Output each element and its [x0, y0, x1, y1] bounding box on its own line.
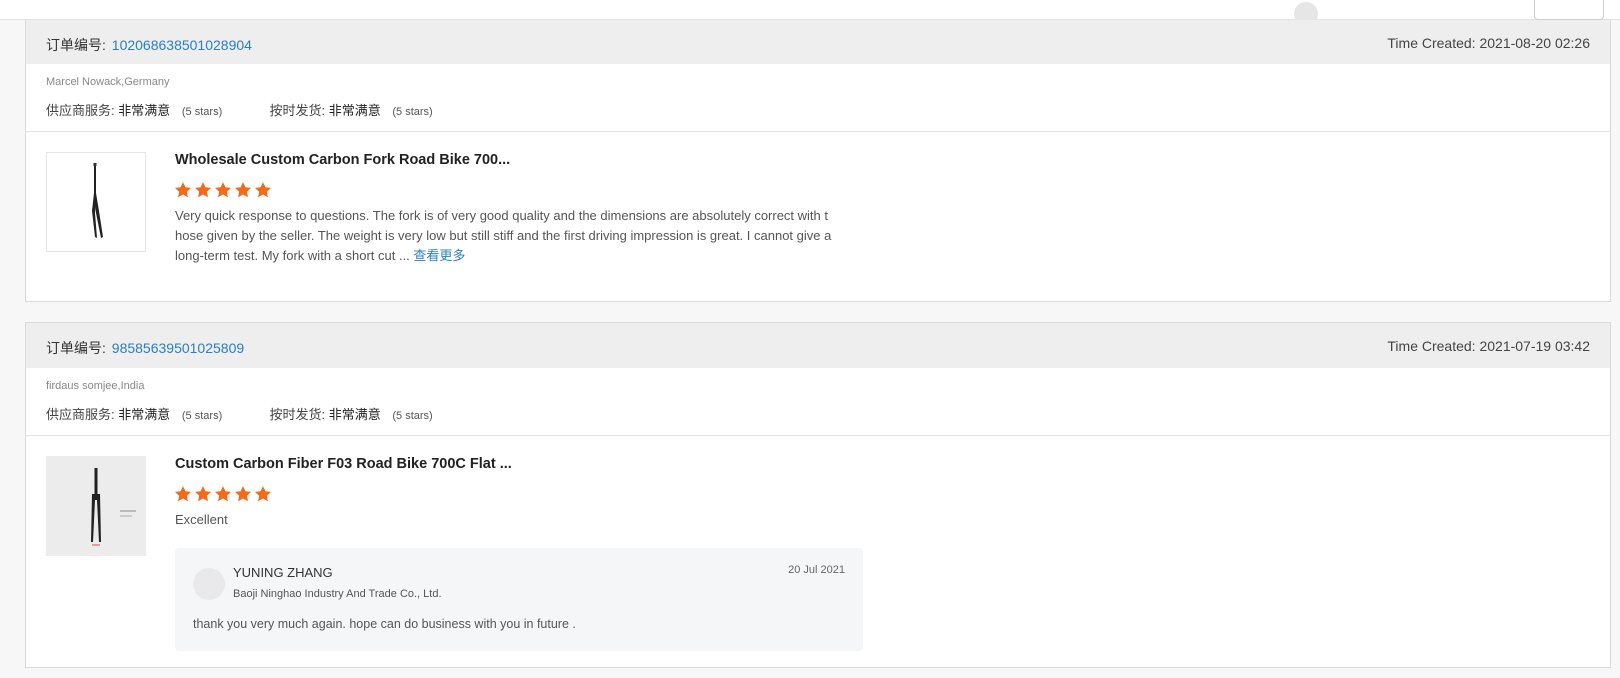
star-icon: [194, 486, 212, 502]
reply-date: 20 Jul 2021: [788, 564, 845, 576]
order-review-card: 订单编号: 98585639501025809 Time Created: 20…: [25, 322, 1611, 668]
star-icon: [234, 182, 252, 198]
order-header: 订单编号: 102068638501028904 Time Created: 2…: [26, 20, 1610, 64]
seller-ratings: 供应商服务: 非常满意 (5 stars) 按时发货: 非常满意 (5 star…: [46, 100, 433, 119]
star-icon: [174, 182, 192, 198]
on-time-stars: (5 stars): [392, 106, 433, 118]
order-review-card: 订单编号: 102068638501028904 Time Created: 2…: [25, 20, 1611, 302]
review-body: Very quick response to questions. The fo…: [175, 208, 832, 263]
supplier-service-value: 非常满意: [118, 103, 171, 118]
product-thumbnail[interactable]: [46, 456, 146, 556]
rating-stars: [174, 485, 272, 505]
order-number-label: 订单编号: 98585639501025809: [46, 338, 244, 358]
on-time-value: 非常满意: [328, 103, 381, 118]
star-icon: [174, 486, 192, 502]
bike-fork-image: [46, 456, 146, 556]
star-icon: [254, 486, 272, 502]
order-label-text: 订单编号:: [46, 37, 106, 53]
buyer-info: firdaus somjee,India 供应商服务: 非常满意 (5 star…: [26, 368, 1610, 436]
review-text: Excellent: [175, 510, 835, 530]
order-header: 订单编号: 98585639501025809 Time Created: 20…: [26, 323, 1610, 368]
supplier-service-label: 供应商服务:: [46, 407, 115, 422]
supplier-service-label: 供应商服务:: [46, 103, 115, 118]
review-body: Excellent: [175, 512, 228, 527]
star-icon: [214, 182, 232, 198]
buyer-info: Marcel Nowack,Germany 供应商服务: 非常满意 (5 sta…: [26, 64, 1610, 132]
order-number-link[interactable]: 98585639501025809: [112, 340, 244, 356]
on-time-label: 按时发货:: [269, 103, 326, 118]
on-time-label: 按时发货:: [269, 407, 326, 422]
reply-company: Baoji Ninghao Industry And Trade Co., Lt…: [233, 588, 442, 600]
star-icon: [254, 182, 272, 198]
bike-fork-image: [92, 163, 103, 238]
on-time-stars: (5 stars): [392, 410, 433, 422]
product-title-link[interactable]: Custom Carbon Fiber F03 Road Bike 700C F…: [175, 456, 512, 472]
view-more-link[interactable]: 查看更多: [413, 248, 465, 263]
supplier-service-stars: (5 stars): [181, 410, 223, 422]
rating-stars: [174, 181, 272, 201]
order-number-label: 订单编号: 102068638501028904: [46, 35, 252, 55]
review-text: Very quick response to questions. The fo…: [175, 206, 835, 266]
seller-ratings: 供应商服务: 非常满意 (5 stars) 按时发货: 非常满意 (5 star…: [46, 404, 433, 423]
seller-avatar: [193, 568, 225, 600]
on-time-value: 非常满意: [328, 407, 381, 422]
supplier-service-stars: (5 stars): [181, 106, 223, 118]
reply-author: YUNING ZHANG: [233, 565, 333, 580]
supplier-service-value: 非常满意: [118, 407, 171, 422]
product-title-link[interactable]: Wholesale Custom Carbon Fork Road Bike 7…: [175, 152, 510, 168]
buyer-name: Marcel Nowack,Germany: [46, 76, 170, 88]
time-created: Time Created: 2021-08-20 02:26: [1387, 35, 1590, 51]
star-icon: [234, 486, 252, 502]
top-right-button[interactable]: [1534, 0, 1604, 20]
order-label-text: 订单编号:: [46, 340, 106, 356]
star-icon: [214, 486, 232, 502]
buyer-name: firdaus somjee,India: [46, 380, 145, 392]
star-icon: [194, 182, 212, 198]
reply-text: thank you very much again. hope can do b…: [193, 617, 576, 631]
top-bar: [0, 0, 1620, 26]
order-number-link[interactable]: 102068638501028904: [112, 37, 252, 53]
time-created: Time Created: 2021-07-19 03:42: [1387, 338, 1590, 354]
seller-reply: YUNING ZHANG Baoji Ninghao Industry And …: [175, 548, 863, 651]
product-thumbnail[interactable]: [46, 152, 146, 252]
